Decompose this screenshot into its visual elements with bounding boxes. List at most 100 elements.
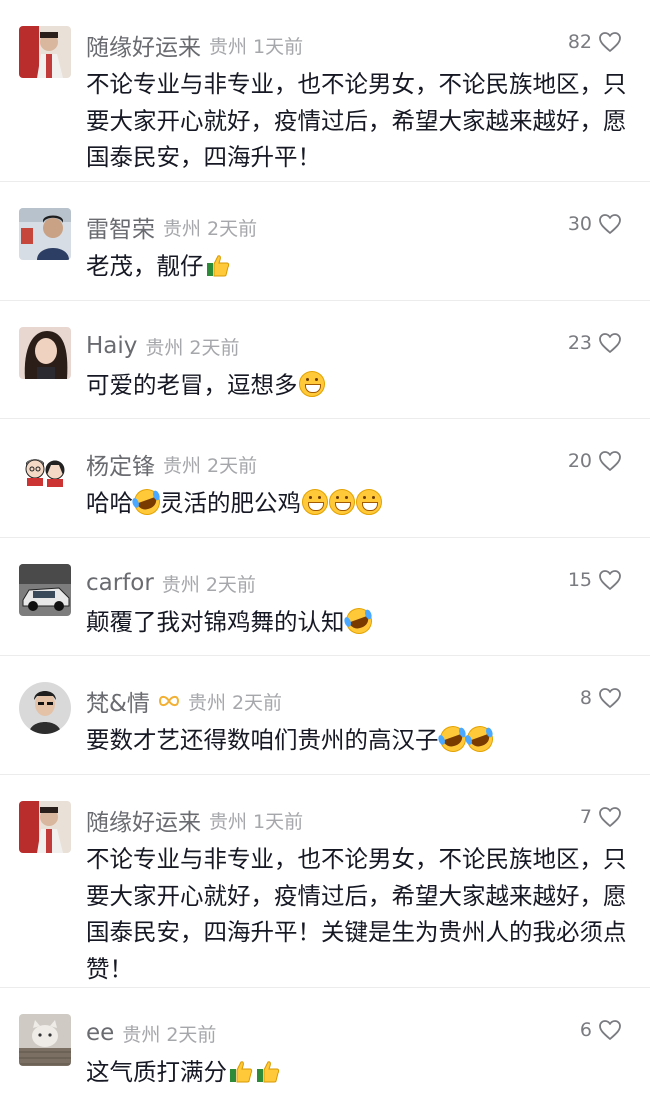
region-label: 贵州: [161, 573, 200, 596]
comment-header: 梵&情 贵州 2天前: [86, 684, 283, 718]
like-button[interactable]: 20: [568, 450, 622, 472]
username[interactable]: 随缘好运来: [86, 28, 201, 62]
like-button[interactable]: 6: [580, 1019, 622, 1041]
laugh-cry-emoji-icon: [435, 722, 470, 756]
username[interactable]: 雷智荣: [86, 210, 155, 244]
comment-header: 随缘好运来 贵州 1天前: [86, 803, 304, 837]
heart-icon[interactable]: [598, 332, 622, 354]
region-label: 贵州: [209, 35, 248, 58]
like-count: 6: [579, 1019, 592, 1041]
comment-text-content: 要数才艺还得数咱们贵州的高汉子: [86, 726, 439, 754]
like-button[interactable]: 30: [568, 213, 622, 235]
comment-text: 颠覆了我对锦鸡舞的认知: [86, 604, 631, 641]
username[interactable]: 杨定锋: [86, 447, 155, 481]
thumbs-up-emoji-icon: [255, 1058, 281, 1084]
like-button[interactable]: 15: [568, 569, 622, 591]
like-count: 7: [579, 806, 592, 828]
comment-header: 杨定锋 贵州 2天前: [86, 447, 258, 481]
heart-icon[interactable]: [598, 687, 622, 709]
comment-text-content-after: 灵活的肥公鸡: [160, 489, 301, 517]
comment-text-content: 不论专业与非专业，也不论男女，不论民族地区，只要大家开心就好，疫情过后，希望大家…: [86, 845, 627, 983]
comment-text: 不论专业与非专业，也不论男女，不论民族地区，只要大家开心就好，疫情过后，希望大家…: [86, 66, 631, 176]
like-count: 82: [567, 31, 592, 53]
timestamp: 2天前: [189, 336, 240, 359]
comment-header: 雷智荣 贵州 2天前: [86, 210, 258, 244]
comment-text-content: 老茂，靓仔: [86, 252, 204, 280]
comment-text-content: 这气质打满分: [86, 1058, 227, 1086]
thumbs-up-emoji-icon: [205, 252, 231, 278]
infinity-icon: [158, 692, 180, 710]
laugh-cry-emoji-icon: [130, 485, 164, 519]
timestamp: 1天前: [253, 35, 304, 58]
username[interactable]: carfor: [86, 570, 154, 596]
avatar[interactable]: [19, 327, 71, 379]
comment-item: 随缘好运来 贵州 1天前 7 不论专业与非专业，也不论男女，不论民族地区，只要大…: [0, 775, 650, 988]
comment-item: carfor 贵州 2天前 15 颠覆了我对锦鸡舞的认知: [0, 538, 650, 656]
comment-text-content: 颠覆了我对锦鸡舞的认知: [86, 608, 345, 636]
comment-text-content: 不论专业与非专业，也不论男女，不论民族地区，只要大家开心就好，疫情过后，希望大家…: [86, 70, 627, 171]
heart-icon[interactable]: [598, 450, 622, 472]
heart-icon[interactable]: [598, 806, 622, 828]
like-count: 8: [579, 687, 592, 709]
timestamp: 2天前: [166, 1023, 217, 1046]
comment-text: 这气质打满分: [86, 1054, 631, 1091]
username[interactable]: 随缘好运来: [86, 803, 201, 837]
comment-text: 老茂，靓仔: [86, 248, 631, 285]
comment-header: Haiy 贵州 2天前: [86, 331, 240, 361]
avatar[interactable]: [19, 26, 71, 78]
like-button[interactable]: 8: [580, 687, 622, 709]
timestamp: 2天前: [231, 691, 283, 714]
timestamp: 2天前: [205, 573, 256, 596]
like-count: 30: [567, 213, 592, 235]
avatar[interactable]: [19, 1014, 71, 1066]
heart-icon[interactable]: [598, 569, 622, 591]
laugh-cry-emoji-icon: [462, 722, 497, 756]
like-button[interactable]: 82: [568, 31, 622, 53]
like-button[interactable]: 23: [568, 332, 622, 354]
username[interactable]: Haiy: [86, 333, 137, 359]
comment-item: Haiy 贵州 2天前 23 可爱的老冒，逗想多: [0, 301, 650, 419]
region-label: 贵州: [163, 454, 202, 477]
region-label: 贵州: [187, 691, 226, 714]
heart-icon[interactable]: [598, 1019, 622, 1041]
timestamp: 2天前: [207, 217, 258, 240]
avatar[interactable]: [19, 682, 71, 734]
timestamp: 2天前: [207, 454, 258, 477]
comment-list: 随缘好运来 贵州 1天前 82 不论专业与非专业，也不论男女，不论民族地区，只要…: [0, 0, 650, 1112]
heart-icon[interactable]: [598, 31, 622, 53]
region-label: 贵州: [163, 217, 202, 240]
heart-icon[interactable]: [598, 213, 622, 235]
like-button[interactable]: 7: [580, 806, 622, 828]
comment-header: 随缘好运来 贵州 1天前: [86, 28, 304, 62]
comment-text: 不论专业与非专业，也不论男女，不论民族地区，只要大家开心就好，疫情过后，希望大家…: [86, 841, 631, 987]
grin-emoji-icon: [356, 489, 382, 515]
avatar[interactable]: [19, 208, 71, 260]
comment-text: 可爱的老冒，逗想多: [86, 367, 631, 404]
comment-item: ee 贵州 2天前 6 这气质打满分: [0, 988, 650, 1112]
avatar[interactable]: [19, 564, 71, 616]
comment-item: 杨定锋 贵州 2天前 20 哈哈 灵活的肥公鸡: [0, 419, 650, 538]
comment-text: 要数才艺还得数咱们贵州的高汉子: [86, 722, 631, 759]
like-count: 15: [567, 569, 592, 591]
comment-item: 随缘好运来 贵州 1天前 82 不论专业与非专业，也不论男女，不论民族地区，只要…: [0, 0, 650, 182]
avatar[interactable]: [19, 445, 71, 497]
region-label: 贵州: [145, 336, 184, 359]
comment-item: 梵&情 贵州 2天前 8 要数才艺还得数咱们贵州的高汉子: [0, 656, 650, 775]
username[interactable]: 梵&情: [86, 684, 150, 718]
like-count: 23: [567, 332, 592, 354]
region-label: 贵州: [122, 1023, 161, 1046]
laugh-cry-emoji-icon: [341, 604, 376, 638]
comment-item: 雷智荣 贵州 2天前 30 老茂，靓仔: [0, 182, 650, 301]
comment-header: ee 贵州 2天前: [86, 1018, 216, 1048]
comment-text: 哈哈 灵活的肥公鸡: [86, 485, 631, 522]
timestamp: 1天前: [253, 810, 304, 833]
thumbs-up-emoji-icon: [228, 1058, 254, 1084]
comment-text-content: 可爱的老冒，逗想多: [86, 371, 298, 399]
region-label: 贵州: [209, 810, 248, 833]
avatar[interactable]: [19, 801, 71, 853]
username[interactable]: ee: [86, 1020, 114, 1046]
grin-emoji-icon: [302, 489, 328, 515]
comment-header: carfor 贵州 2天前: [86, 568, 256, 598]
like-count: 20: [567, 450, 592, 472]
grin-emoji-icon: [298, 371, 325, 397]
